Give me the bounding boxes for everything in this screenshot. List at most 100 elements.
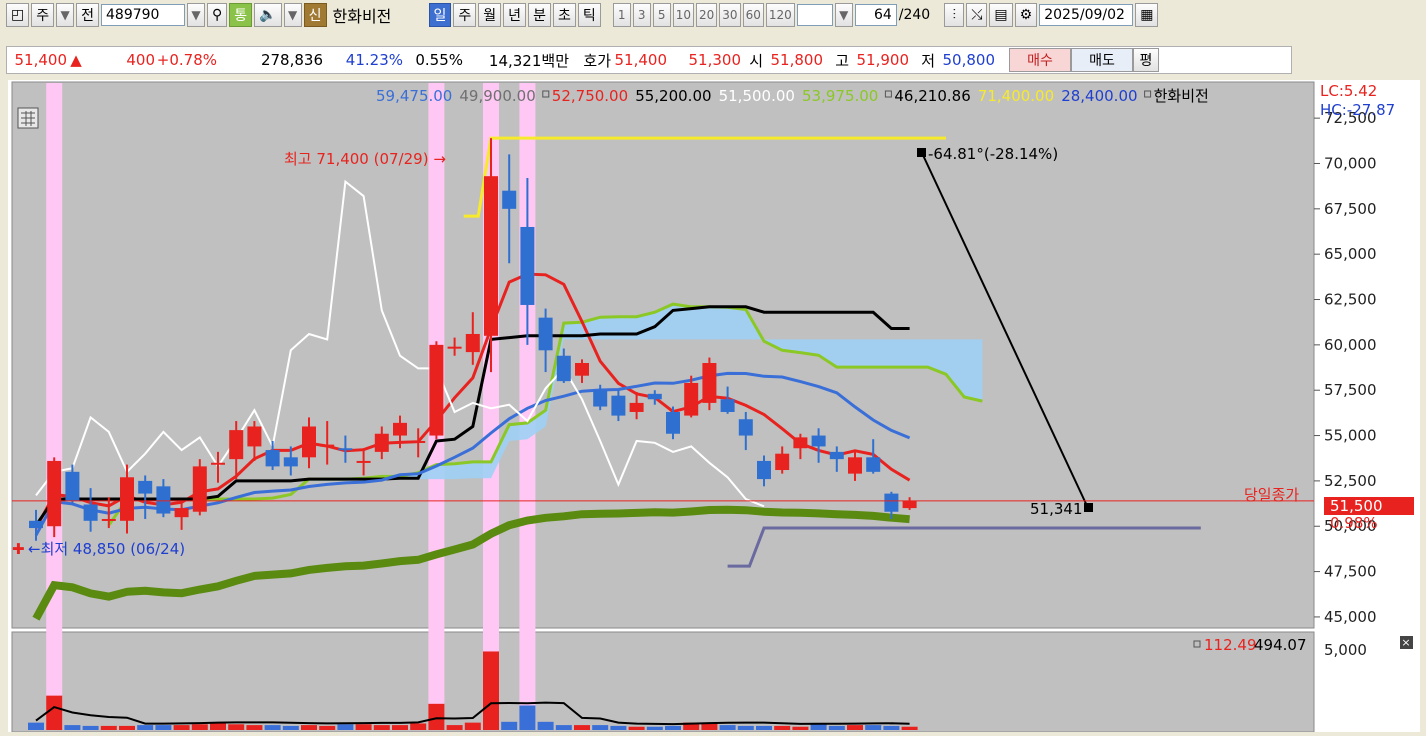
legend-value: 53,975.00 [802, 87, 878, 105]
candle-body [120, 477, 134, 521]
interval-10-button[interactable]: 10 [672, 3, 695, 27]
gear-icon[interactable]: ⚙ [1014, 3, 1038, 27]
chart-area: 72,500 70,000 67,500 65,000 62,500 60,000 57,5… [8, 80, 1420, 733]
volume-value: 278,836 [260, 51, 323, 69]
interval-5-button[interactable]: 5 [652, 3, 671, 27]
tab-period-minute[interactable]: 분 [528, 3, 551, 27]
axis-tick-label: 67,500 [1324, 200, 1377, 218]
volume-panel [11, 631, 1315, 733]
volume-bar [373, 725, 390, 730]
volume-bar [100, 725, 117, 730]
candle-body [811, 435, 826, 447]
window-icon[interactable]: ◰ [6, 3, 30, 27]
volume-bar [756, 725, 772, 730]
tab-period-year[interactable]: 년 [503, 3, 527, 27]
volume-bar [210, 723, 226, 730]
volume-bar [464, 722, 481, 730]
tab-period-second[interactable]: 초 [552, 3, 576, 27]
axis-tick-label: 70,000 [1324, 154, 1377, 172]
search-icon[interactable]: ⚲ [207, 3, 228, 27]
interval-120-button[interactable]: 120 [765, 3, 795, 27]
interval-custom-input[interactable] [796, 4, 833, 26]
turnover-pct: 41.23% [345, 51, 403, 69]
volume-bar [537, 721, 554, 730]
tab-period-tick[interactable]: 틱 [577, 3, 601, 27]
candle-settings-icon[interactable]: ⫶ [944, 3, 965, 27]
volume-bar [574, 725, 590, 730]
high-label: 고 [835, 51, 849, 70]
volume-bar [246, 725, 263, 730]
trend-start-handle [917, 148, 926, 157]
volume-bar [191, 724, 208, 730]
trade-amount: 14,321백만 [488, 51, 569, 70]
candle-body [884, 493, 899, 512]
volume-bar [392, 725, 408, 730]
candle-body [902, 500, 917, 509]
volume-bar [173, 725, 190, 730]
code-dropdown-icon[interactable]: ▼ [187, 3, 206, 27]
calendar-icon[interactable]: ▦ [1135, 3, 1159, 27]
current-pct-tag: 0.98% [1330, 514, 1378, 532]
interval-1-button[interactable]: 1 [612, 3, 631, 27]
prev-button[interactable]: 전 [76, 3, 100, 27]
candle-body [302, 426, 316, 458]
candle-body [647, 393, 662, 400]
draw-tool-icon[interactable]: ⤯ [966, 3, 988, 27]
max-price-label: 최고 71,400 (07/29) → [284, 150, 446, 168]
axis-tick-label: 55,000 [1324, 427, 1377, 445]
legend-value: 28,400.00 [1061, 87, 1137, 105]
volume-bar [46, 695, 63, 730]
candle-body [738, 419, 753, 436]
candle-body [484, 176, 498, 336]
speaker-icon[interactable]: 🔈 [254, 3, 282, 27]
count-input[interactable]: 64 [854, 4, 897, 26]
volume-bar [337, 724, 354, 730]
hoga-label: 호가 [583, 51, 611, 70]
candle-body [575, 363, 589, 376]
candle-body [411, 440, 426, 443]
interval-dropdown-icon[interactable]: ▼ [834, 3, 853, 27]
low-label: 저 [921, 51, 935, 70]
tab-period-week[interactable]: 주 [453, 3, 477, 27]
candle-body [520, 226, 535, 305]
interval-20-button[interactable]: 20 [696, 3, 718, 27]
volume-bar [446, 725, 463, 730]
legend-value: 46,210.86 [894, 87, 970, 105]
volume-bar [282, 725, 299, 730]
tab-period-day[interactable]: 일 [428, 3, 452, 27]
legend-value: 55,200.00 [635, 87, 711, 105]
up-triangle-icon: ▲ [70, 51, 82, 69]
tab-period-month[interactable]: 월 [478, 3, 502, 27]
sell-button[interactable]: 매도 [1071, 48, 1133, 72]
speaker-dropdown-icon[interactable]: ▼ [283, 3, 302, 27]
candle-body [593, 390, 608, 407]
date-input[interactable]: 2025/09/02 [1039, 4, 1134, 26]
volume-bar [646, 726, 663, 730]
volume-bar [719, 725, 736, 730]
candle-body [666, 411, 680, 434]
axis-tick-label: 65,000 [1324, 245, 1377, 263]
legend-value: 59,475.00 [376, 87, 452, 105]
volume-bar [901, 726, 918, 730]
candle-body [265, 450, 280, 467]
tong-button[interactable]: 통 [229, 3, 253, 27]
save-icon[interactable]: ▤ [989, 3, 1013, 27]
volume-bar [82, 725, 99, 730]
candle-body [629, 402, 644, 412]
min-price-label: ←최저 48,850 (06/24) [28, 540, 185, 558]
volume-bar [428, 703, 445, 730]
candle-body [720, 399, 735, 412]
market-dropdown-icon[interactable]: ▼ [56, 3, 75, 27]
interval-60-button[interactable]: 60 [742, 3, 764, 27]
market-button[interactable]: 주 [31, 3, 55, 27]
interval-30-button[interactable]: 30 [719, 3, 741, 27]
candle-body [247, 426, 262, 447]
ask-price: 51,400 [614, 51, 668, 69]
candle-body [101, 518, 116, 521]
code-input[interactable]: 489790 [101, 4, 186, 26]
interval-3-button[interactable]: 3 [632, 3, 651, 27]
ratio-pct: 0.55% [415, 51, 463, 69]
eval-button[interactable]: 평 [1133, 48, 1159, 72]
buy-button[interactable]: 매수 [1009, 48, 1071, 72]
min-marker-icon: ✚ [12, 540, 25, 558]
